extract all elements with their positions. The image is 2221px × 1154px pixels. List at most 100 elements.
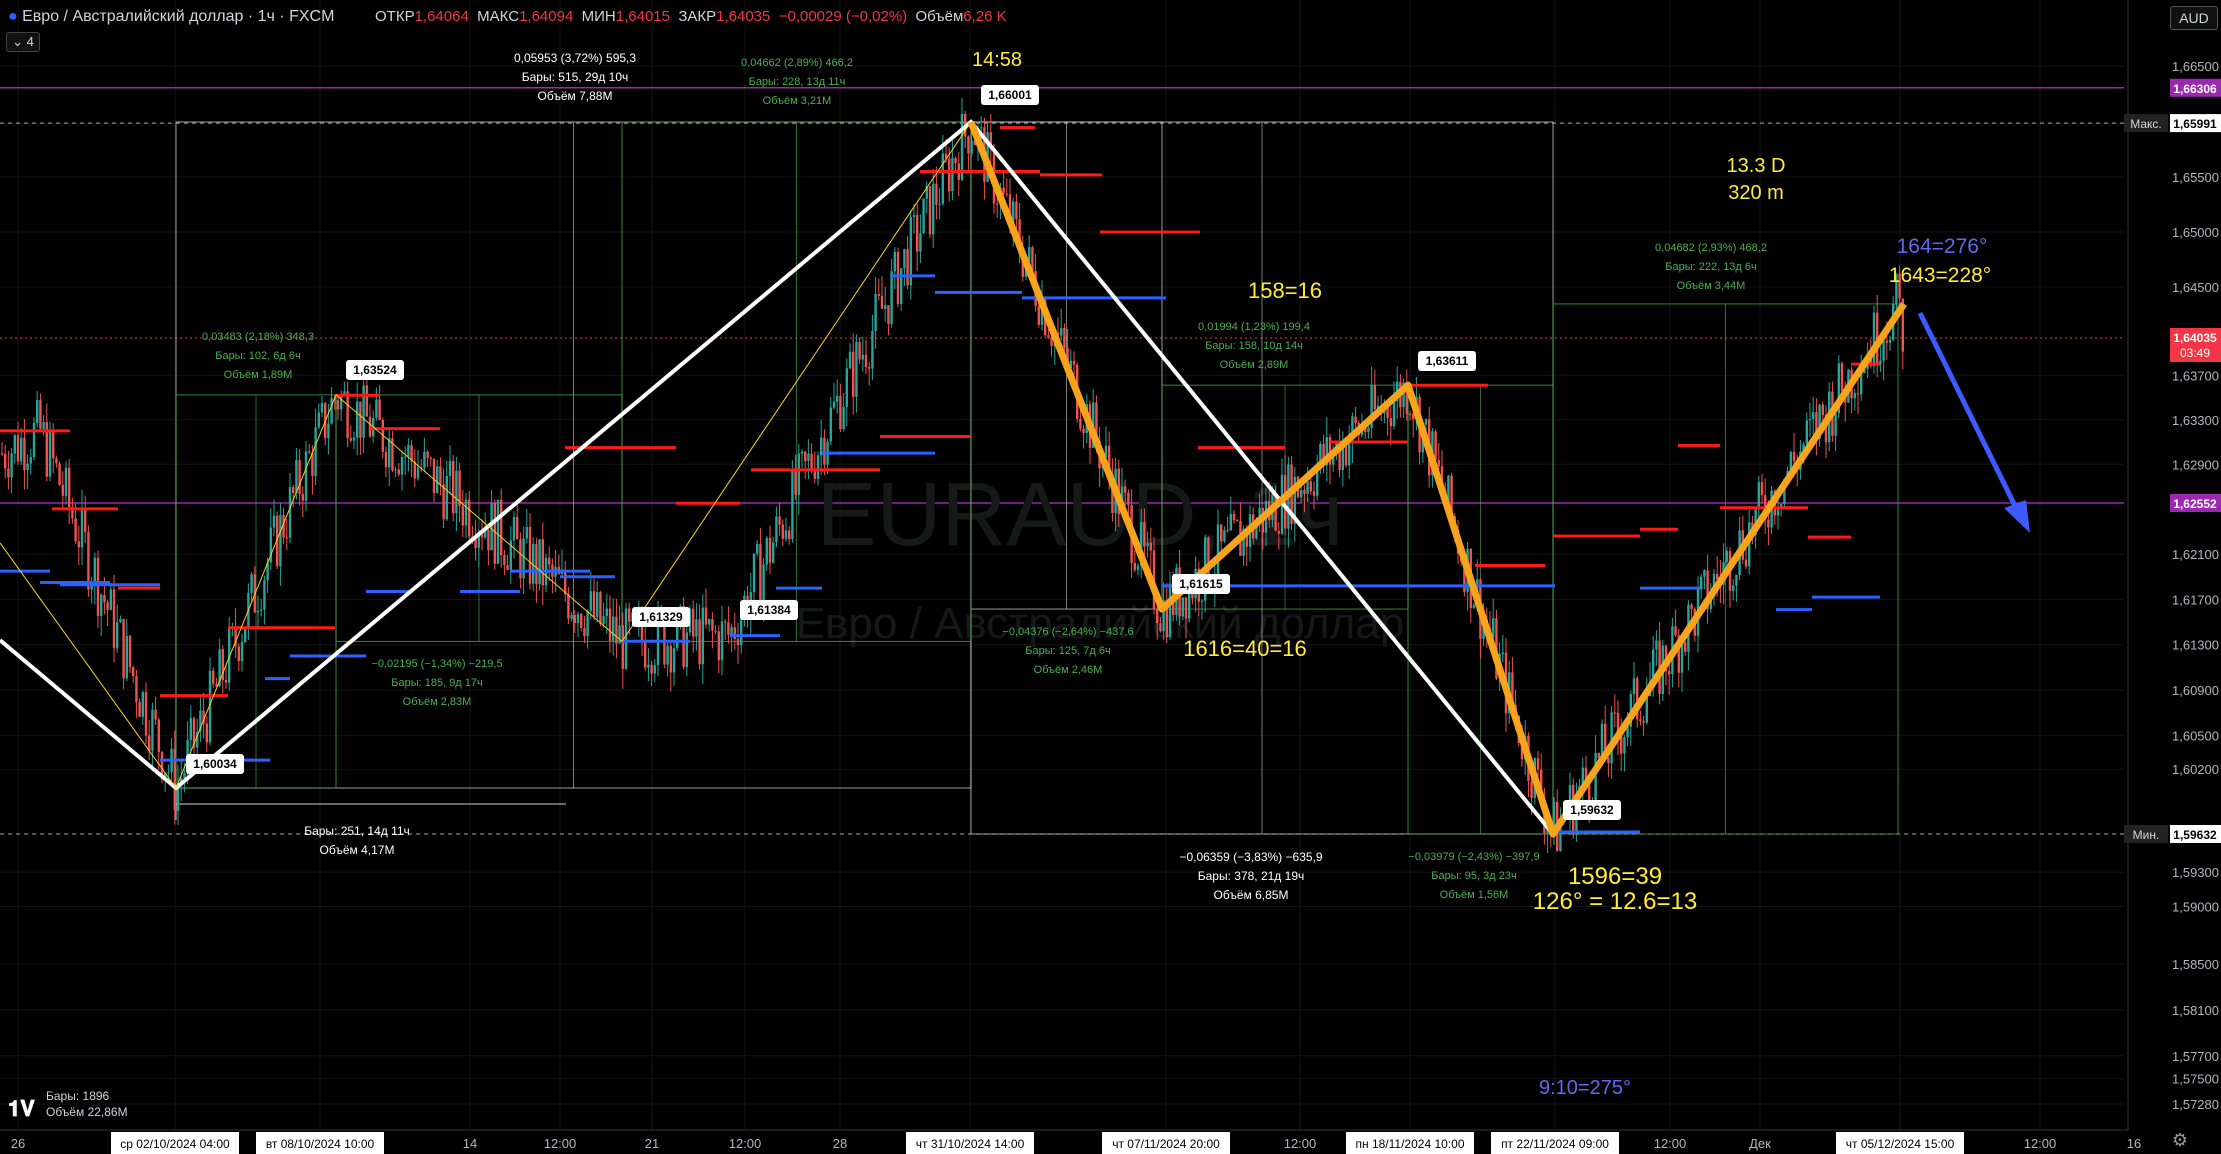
pivot-tag-label: 1,66001 (988, 88, 1032, 102)
candle-body (1885, 340, 1888, 343)
candle-body (797, 453, 800, 495)
candle-body (807, 453, 810, 462)
price-tick-label: 1,57280 (2172, 1097, 2219, 1112)
candle-body (736, 638, 740, 646)
candle-body (84, 508, 87, 532)
close-value: 1,64035 (716, 8, 771, 25)
low-label: МИН (581, 8, 616, 25)
candle-body (240, 641, 244, 662)
indicator-count: 4 (26, 34, 34, 49)
price-chart[interactable]: EURAUD, 1ч Евро / Австралийский доллар 1… (0, 0, 2221, 1154)
candle-body (928, 186, 932, 235)
measure-label-line: Объём 1,89M (224, 369, 293, 381)
price-tick-label: 1,62900 (2172, 457, 2219, 472)
candle-body (765, 538, 768, 565)
measure-label-line: Бары: 95, 3д 23ч (1431, 870, 1516, 882)
candle-body (189, 718, 192, 740)
time-axis[interactable]: 26 ср 02/10/2024 04:00 вт 08/10/2024 10:00… (0, 1129, 2141, 1154)
candle-body (1690, 604, 1693, 609)
candle-body (948, 158, 951, 192)
candle-body (1853, 393, 1856, 399)
candle-body (1680, 642, 1684, 673)
candle-body (1072, 360, 1076, 365)
pivot-tag-label: 1,60034 (193, 757, 237, 771)
candle-body (906, 249, 909, 286)
candle-body (295, 460, 298, 494)
candle-body (788, 530, 791, 539)
price-tick-label: 1,64500 (2172, 280, 2219, 295)
chevron-down-icon: ⌄ (12, 34, 24, 49)
candle-body (1735, 574, 1738, 586)
candle-body (375, 399, 378, 418)
candle-body (768, 538, 772, 563)
candle-body (429, 457, 432, 459)
candle-body (1408, 413, 1412, 415)
candle-body (650, 664, 653, 674)
candle-body (1594, 752, 1597, 805)
candle-body (362, 385, 365, 438)
candle-body (1840, 363, 1844, 392)
candle-body (839, 395, 842, 430)
gear-icon[interactable]: ⚙ (2170, 1130, 2190, 1150)
candle-body (1655, 640, 1658, 650)
measure-label-line: −0,03979 (−2,43%) −397,9 (1408, 851, 1539, 863)
time-tick-label: 12:00 (544, 1136, 577, 1151)
candle-body (756, 543, 759, 554)
candle-body (506, 565, 509, 570)
candle-body (618, 625, 621, 644)
price-axis[interactable]: 1,66500 1,65500 1,65000 1,64500 1,63700 1,633… (2124, 0, 2221, 1154)
orange-zigzag-line (967, 120, 1907, 838)
price-tag-label: Мин. (2133, 828, 2160, 842)
candle-body (1047, 335, 1050, 338)
pivot-tag-label: 1,61329 (639, 610, 683, 624)
price-tick-label: 1,65000 (2172, 225, 2219, 240)
candle-body (823, 437, 826, 465)
tradingview-logo-icon[interactable]: 𝟏𝐕 (8, 1096, 35, 1122)
measure-label-line: 0,05953 (3,72%) 595,3 (514, 51, 636, 65)
candle-body (298, 460, 301, 495)
candle-body (352, 437, 356, 441)
currency-button[interactable]: AUD (2170, 6, 2218, 30)
candle-body (455, 470, 458, 514)
measure-label-line: Бары: 378, 21д 19ч (1198, 869, 1305, 883)
measure-label-line: Бары: 158, 10д 14ч (1205, 340, 1303, 352)
candle-body (941, 153, 944, 204)
candle-body (13, 435, 16, 454)
candle-body (436, 466, 439, 493)
candle-body (896, 251, 900, 304)
candle-body (596, 592, 599, 618)
candle-body (320, 402, 324, 413)
time-tick-label: 12:00 (729, 1136, 762, 1151)
time-tick-label: 12:00 (2024, 1136, 2057, 1151)
candle-body (762, 564, 765, 603)
measure-label-line: Бары: 125, 7д 6ч (1025, 645, 1110, 657)
candle-body (87, 531, 90, 590)
candle-body (970, 140, 973, 154)
measure-label-line: −0,04376 (−2,64%) −437,6 (1002, 626, 1133, 638)
price-tick-label: 1,59000 (2172, 900, 2219, 915)
candle-body (400, 457, 404, 475)
candle-body (580, 614, 583, 628)
candle-body (205, 723, 208, 743)
candle-body (954, 157, 957, 164)
candle-body (16, 435, 20, 462)
candle-body (260, 609, 263, 611)
indicators-toggle-button[interactable]: ⌄ 4 (6, 32, 40, 52)
candle-body (848, 351, 852, 369)
candle-body (1684, 642, 1687, 652)
candle-body (1229, 513, 1232, 531)
candle-body (842, 406, 845, 430)
candle-body (647, 664, 650, 668)
candle-body (1373, 385, 1376, 410)
candle-body (378, 399, 381, 420)
candle-body (0, 453, 4, 455)
candle-body (1882, 340, 1885, 361)
candle-body (468, 499, 471, 537)
candle-body (996, 203, 999, 205)
candle-body (845, 368, 848, 407)
pivot-tag-label: 1,63611 (1426, 354, 1469, 368)
price-tag-label: Макс. (2130, 117, 2162, 131)
symbol-title[interactable]: ● Евро / Австралийский доллар · 1ч · FXC… (8, 8, 334, 26)
candle-body (951, 157, 954, 192)
measure-label-line: Объём 2,83M (403, 696, 472, 708)
